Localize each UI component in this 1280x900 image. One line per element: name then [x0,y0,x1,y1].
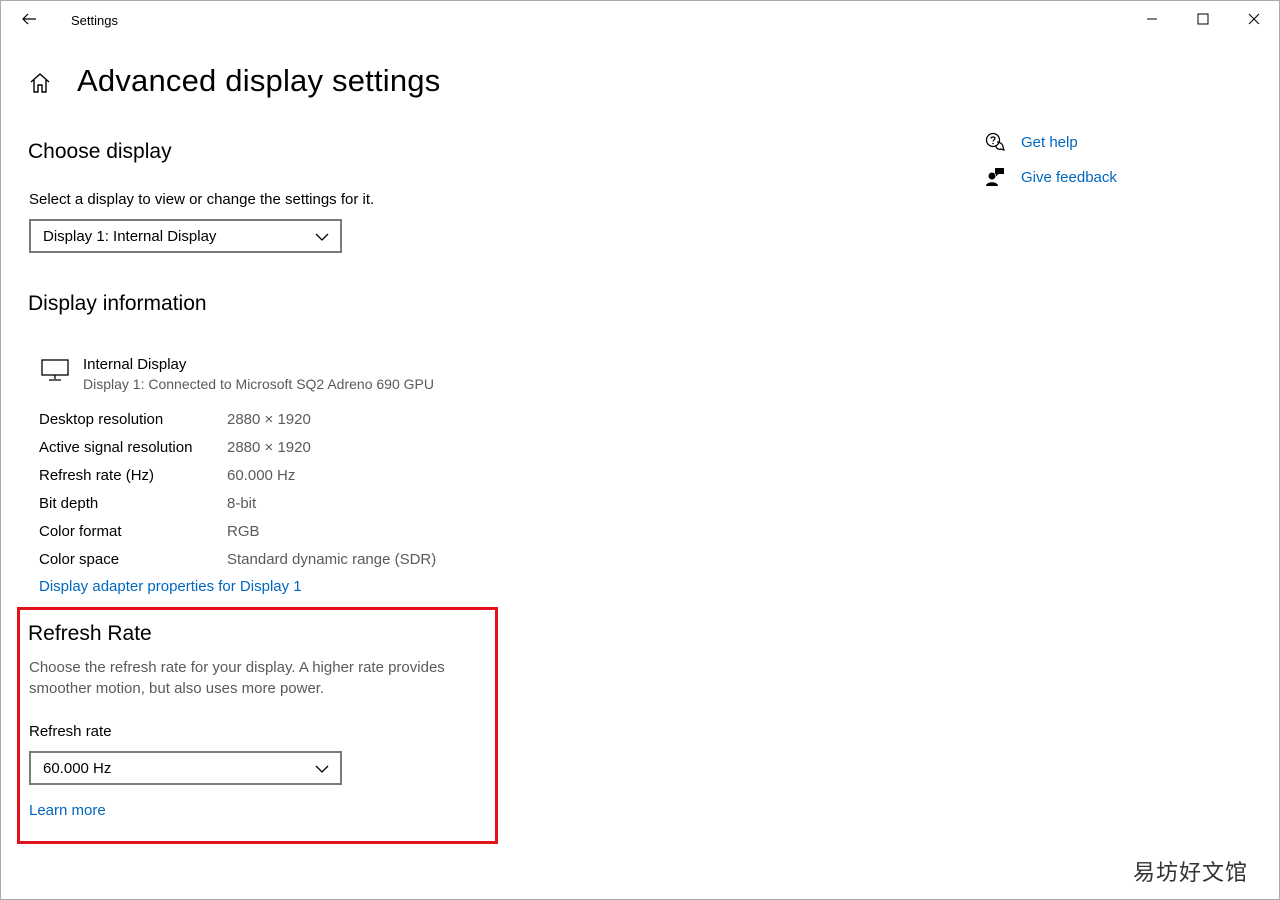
choose-display-heading: Choose display [28,140,172,163]
info-value-active-signal-resolution: 2880 × 1920 [227,439,311,456]
monitor-icon [41,359,69,381]
info-value-color-space: Standard dynamic range (SDR) [227,551,437,568]
refresh-rate-select[interactable]: 60.000 Hz [29,751,342,785]
refresh-rate-description-line1: Choose the refresh rate for your display… [29,659,445,676]
minimize-button[interactable] [1129,1,1175,37]
display-adapter-properties-link[interactable]: Display adapter properties for Display 1 [39,578,302,595]
home-icon[interactable] [28,71,52,95]
close-button[interactable] [1231,1,1277,37]
info-value-refresh-rate: 60.000 Hz [227,467,296,484]
back-arrow-icon [22,13,36,25]
app-title: Settings [71,13,118,28]
refresh-rate-heading: Refresh Rate [28,622,152,645]
info-label-refresh-rate: Refresh rate (Hz) [39,467,155,484]
title-bar: Settings [1,1,1279,39]
info-label-bit-depth: Bit depth [39,495,99,512]
learn-more-link[interactable]: Learn more [29,802,106,819]
info-value-desktop-resolution: 2880 × 1920 [227,411,311,428]
info-value-bit-depth: 8-bit [227,495,257,512]
close-icon [1248,13,1260,25]
feedback-icon [986,168,1004,186]
settings-window: Settings Advanced display settings Choos… [0,0,1280,900]
display-select-value: Display 1: Internal Display [43,227,217,245]
display-select[interactable]: Display 1: Internal Display [29,219,342,253]
refresh-rate-field-label: Refresh rate [29,723,112,740]
minimize-icon [1147,18,1157,20]
info-label-desktop-resolution: Desktop resolution [39,411,164,428]
maximize-icon [1197,13,1209,25]
choose-display-description: Select a display to view or change the s… [29,191,375,208]
display-information-heading: Display information [28,292,207,315]
info-value-color-format: RGB [227,523,260,540]
refresh-rate-description-line2: smoother motion, but also uses more powe… [29,680,325,697]
back-button[interactable] [13,5,45,33]
monitor-name: Internal Display [83,356,187,373]
page-title: Advanced display settings [77,63,441,98]
maximize-button[interactable] [1180,1,1226,37]
give-feedback-label: Give feedback [1021,168,1117,186]
info-label-active-signal-resolution: Active signal resolution [39,439,193,456]
monitor-detail: Display 1: Connected to Microsoft SQ2 Ad… [83,376,434,392]
get-help-label: Get help [1021,133,1078,151]
help-chat-icon [985,132,1005,151]
give-feedback-link[interactable]: Give feedback [985,167,1117,187]
info-label-color-space: Color space [39,551,120,568]
chevron-down-icon [315,765,329,773]
get-help-link[interactable]: Get help [985,132,1078,152]
refresh-rate-select-value: 60.000 Hz [43,759,112,777]
chevron-down-icon [315,233,329,241]
info-label-color-format: Color format [39,523,122,540]
watermark: 易坊好文馆 [1133,861,1249,886]
